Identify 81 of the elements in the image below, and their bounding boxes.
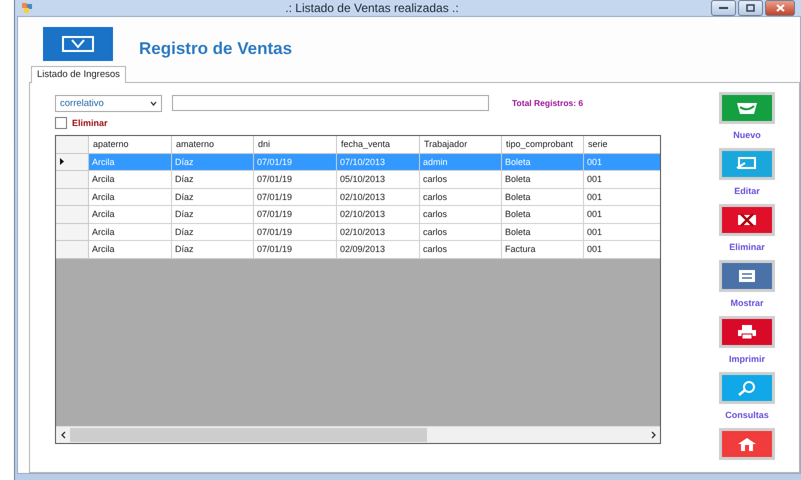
- table-cell[interactable]: Díaz: [172, 224, 254, 241]
- table-cell[interactable]: 02/10/2013: [337, 224, 420, 241]
- table-cell[interactable]: 001: [584, 171, 660, 188]
- chevron-left-icon: [60, 431, 66, 439]
- table-cell[interactable]: 02/10/2013: [337, 206, 420, 224]
- search-field[interactable]: [172, 95, 489, 111]
- chevron-down-icon: [150, 100, 157, 106]
- action-label: Nuevo: [733, 130, 761, 140]
- checkbox-label: Eliminar: [72, 118, 108, 128]
- column-header[interactable]: tipo_comprobant: [502, 136, 584, 154]
- table-cell[interactable]: carlos: [420, 188, 502, 206]
- minimize-button[interactable]: [711, 0, 736, 16]
- search-button[interactable]: [719, 372, 775, 404]
- table-cell[interactable]: 001: [584, 206, 660, 224]
- new-button[interactable]: [719, 92, 775, 124]
- table-cell[interactable]: 07/01/19: [254, 206, 337, 224]
- column-header[interactable]: amaterno: [172, 136, 254, 154]
- table-cell[interactable]: carlos: [420, 206, 502, 224]
- row-pointer-icon: [60, 158, 64, 166]
- table-cell[interactable]: Boleta: [502, 188, 584, 206]
- table-cell[interactable]: Díaz: [172, 171, 254, 188]
- table-cell[interactable]: Boleta: [502, 206, 584, 224]
- table-cell[interactable]: 07/01/19: [254, 188, 337, 206]
- column-header[interactable]: Trabajador: [420, 136, 502, 154]
- minimize-icon: [719, 6, 728, 10]
- home-button[interactable]: [719, 428, 775, 460]
- scrollbar-thumb[interactable]: [70, 428, 428, 442]
- table-cell[interactable]: Arcila: [89, 206, 172, 224]
- table-cell[interactable]: 02/10/2013: [337, 188, 420, 206]
- action-label: Imprimir: [728, 354, 765, 364]
- table-cell[interactable]: 07/01/19: [254, 224, 337, 241]
- field-dropdown[interactable]: correlativo: [55, 94, 162, 112]
- table-cell[interactable]: Boleta: [502, 171, 584, 188]
- table-cell[interactable]: Arcila: [89, 241, 172, 258]
- action-label: Consultas: [725, 410, 769, 420]
- action-label: Eliminar: [729, 242, 765, 252]
- table-cell[interactable]: Factura: [502, 241, 584, 258]
- table-cell[interactable]: 001: [584, 188, 660, 206]
- table-cell[interactable]: 001: [584, 224, 660, 241]
- column-header[interactable]: apaterno: [89, 136, 172, 154]
- table-cell[interactable]: carlos: [420, 171, 502, 188]
- header-corner: [56, 136, 89, 154]
- table-cell[interactable]: Díaz: [172, 241, 254, 258]
- monitor-icon: [735, 156, 759, 172]
- table-cell[interactable]: 07/01/19: [254, 171, 337, 188]
- close-button[interactable]: [765, 0, 795, 16]
- action-label: Editar: [734, 186, 760, 196]
- delete-button[interactable]: [719, 204, 775, 236]
- total-records: Total Registros: 6: [512, 98, 584, 108]
- logo-icon: [43, 27, 113, 61]
- window-title: .: Listado de Ventas realizadas .:: [284, 1, 460, 15]
- table-cell[interactable]: Boleta: [502, 224, 584, 241]
- table-cell[interactable]: Arcila: [89, 188, 172, 206]
- printer-icon: [735, 324, 759, 340]
- table-cell[interactable]: Arcila: [89, 224, 172, 241]
- table-cell[interactable]: Díaz: [172, 188, 254, 206]
- edit-button[interactable]: [719, 148, 775, 180]
- table-cell[interactable]: carlos: [420, 241, 502, 258]
- table-cell[interactable]: 02/09/2013: [337, 241, 420, 258]
- table-cell[interactable]: carlos: [420, 224, 502, 241]
- column-header[interactable]: serie: [584, 136, 660, 154]
- column-header[interactable]: dni: [254, 136, 337, 154]
- delete-checkbox[interactable]: [55, 117, 67, 129]
- maximize-icon: [746, 4, 755, 12]
- tab[interactable]: Listado de Ingresos: [31, 66, 126, 83]
- delete-icon: [735, 212, 759, 228]
- chevron-right-icon: [650, 431, 656, 439]
- print-button[interactable]: [719, 316, 775, 348]
- table-cell[interactable]: 001: [584, 241, 660, 258]
- show-button[interactable]: [719, 260, 775, 292]
- table-cell[interactable]: Díaz: [172, 206, 254, 224]
- column-header[interactable]: fecha_venta: [337, 136, 420, 154]
- row-header[interactable]: [56, 154, 89, 171]
- table-cell[interactable]: 05/10/2013: [337, 171, 420, 188]
- app-icon: [21, 2, 33, 14]
- table-cell[interactable]: Arcila: [89, 171, 172, 188]
- table-cell[interactable]: 07/01/19: [254, 241, 337, 258]
- maximize-button[interactable]: [738, 0, 763, 16]
- page-title: Registro de Ventas: [139, 39, 292, 59]
- close-icon: [776, 4, 784, 12]
- action-label: Mostrar: [730, 298, 764, 308]
